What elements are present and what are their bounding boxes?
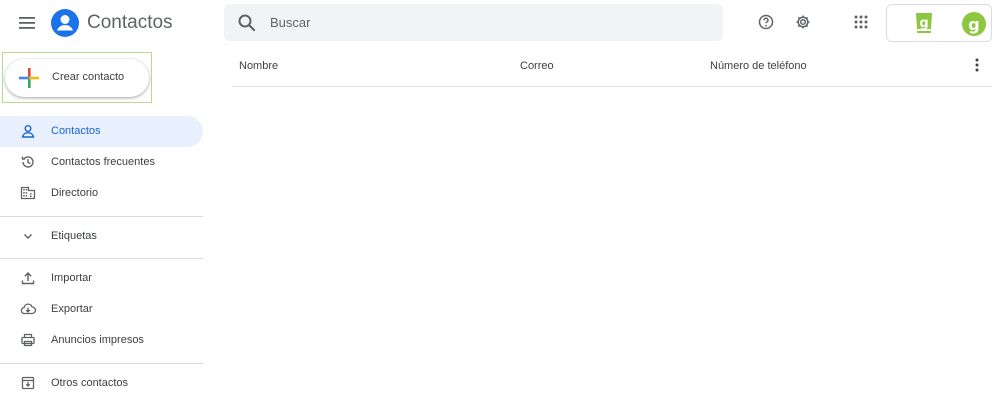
sidebar-item-label: Directorio [51, 187, 99, 199]
sidebar-item-contactos[interactable]: Contactos [0, 116, 203, 147]
sidebar-divider [0, 363, 203, 364]
sidebar-item-anuncios-impresos[interactable]: Anuncios impresos [0, 325, 203, 356]
search-input[interactable] [270, 4, 700, 41]
account-avatar-icon[interactable]: g [961, 10, 987, 38]
organization-logo-icon: g [911, 10, 937, 38]
sidebar-divider [0, 258, 203, 259]
menu-icon[interactable] [14, 11, 40, 35]
sidebar-item-otros-contactos[interactable]: Otros contactos [0, 368, 203, 399]
sidebar-item-etiquetas[interactable]: Etiquetas [0, 221, 203, 252]
account-switcher[interactable]: g g [886, 4, 992, 42]
sidebar-item-label: Etiquetas [51, 230, 97, 242]
more-vert-icon[interactable] [968, 56, 986, 74]
svg-text:g: g [919, 16, 928, 31]
sidebar-item-label: Otros contactos [51, 377, 129, 389]
create-contact-highlight: Crear contacto [2, 52, 152, 103]
cloud-download-icon [20, 301, 37, 317]
column-header-nombre[interactable]: Nombre [239, 60, 278, 72]
history-icon [20, 154, 36, 170]
column-header-telefono[interactable]: Número de teléfono [710, 60, 807, 72]
help-icon[interactable] [756, 12, 776, 32]
column-header-correo[interactable]: Correo [520, 60, 554, 72]
sidebar-item-importar[interactable]: Importar [0, 263, 203, 294]
sidebar-item-exportar[interactable]: Exportar [0, 294, 203, 325]
search-icon[interactable] [237, 13, 257, 33]
apps-grid-icon[interactable] [851, 12, 871, 32]
upload-icon [20, 270, 36, 286]
domain-icon [20, 185, 36, 201]
create-contact-label: Crear contacto [52, 71, 125, 83]
app-header: Contactos g g [0, 0, 1000, 46]
sidebar-item-label: Contactos [51, 125, 101, 137]
contacts-logo-icon[interactable] [51, 9, 79, 37]
search-bar [224, 4, 723, 41]
person-icon [20, 123, 36, 139]
sidebar-item-label: Anuncios impresos [51, 334, 144, 346]
create-contact-button[interactable]: Crear contacto [5, 59, 149, 97]
sidebar-item-label: Importar [51, 272, 92, 284]
sidebar-divider [0, 216, 203, 217]
table-header-divider [232, 86, 992, 87]
sidebar-item-label: Contactos frecuentes [51, 156, 155, 168]
svg-text:g: g [968, 15, 979, 34]
chevron-down-icon [20, 228, 36, 244]
app-title[interactable]: Contactos [87, 11, 173, 35]
sidebar-item-label: Exportar [51, 303, 93, 315]
print-icon [20, 332, 36, 348]
sidebar-item-contactos-frecuentes[interactable]: Contactos frecuentes [0, 147, 203, 178]
sidebar-item-directorio[interactable]: Directorio [0, 178, 203, 209]
settings-icon[interactable] [793, 12, 813, 32]
plus-icon [18, 67, 40, 89]
archive-icon [20, 375, 36, 391]
